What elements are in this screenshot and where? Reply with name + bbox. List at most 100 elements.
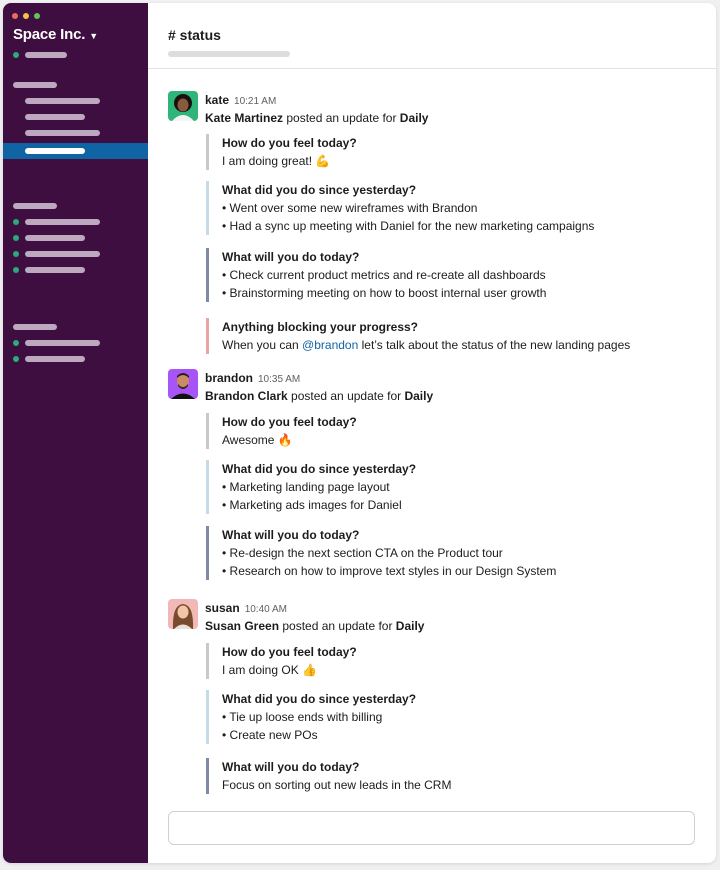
standup-name[interactable]: Daily (400, 111, 429, 125)
dm-placeholder (25, 219, 100, 225)
standup-name[interactable]: Daily (404, 389, 433, 403)
question: What will you do today? (222, 250, 360, 264)
channel-topic-placeholder (168, 51, 290, 57)
sidebar-item-app-2[interactable] (13, 356, 85, 362)
section-header-placeholder (13, 324, 57, 330)
dm-placeholder (25, 267, 85, 273)
section-header-placeholder (13, 82, 57, 88)
avatar-brandon[interactable] (168, 369, 198, 399)
sidebar-item-channel-2[interactable] (25, 114, 85, 120)
full-name[interactable]: Brandon Clark (205, 389, 288, 403)
minimize-window-button[interactable] (23, 13, 29, 19)
avatar-kate[interactable] (168, 91, 198, 121)
answer-line: • Had a sync up meeting with Daniel for … (222, 219, 595, 233)
channel-header: # status (148, 3, 716, 69)
chevron-down-icon: ▼ (89, 30, 98, 41)
full-name[interactable]: Kate Martinez (205, 111, 283, 125)
question: What will you do today? (222, 528, 360, 542)
answer-block-blocking: Anything blocking your progress? When yo… (206, 318, 630, 354)
question: How do you feel today? (222, 136, 357, 150)
sidebar-item-channel-1[interactable] (25, 98, 100, 104)
username[interactable]: brandon (205, 371, 253, 385)
section-header-placeholder (13, 203, 57, 209)
presence-dot (13, 267, 19, 273)
workspace-switcher[interactable]: Space Inc. ▼ (13, 26, 98, 43)
username[interactable]: susan (205, 601, 240, 615)
presence-dot (13, 235, 19, 241)
app-placeholder (25, 356, 85, 362)
question: What did you do since yesterday? (222, 183, 417, 197)
channel-view: # status kate 10:21 AM Kate Martinez post… (148, 3, 716, 863)
question: What did you do since yesterday? (222, 692, 417, 706)
answer-line: • Tie up loose ends with billing (222, 710, 383, 724)
answer-text: let’s talk about the status of the new l… (358, 338, 631, 352)
message-composer-input[interactable] (168, 811, 695, 845)
answer-line: • Create new POs (222, 728, 318, 742)
window-controls (12, 13, 40, 19)
posted-line: Kate Martinez posted an update for Daily (205, 111, 428, 125)
presence-dot (13, 219, 19, 225)
dm-placeholder (25, 235, 85, 241)
sidebar: Space Inc. ▼ (3, 3, 148, 863)
mention-brandon[interactable]: @brandon (302, 338, 358, 352)
maximize-window-button[interactable] (34, 13, 40, 19)
dm-placeholder (25, 251, 100, 257)
posted-text: posted an update for (279, 619, 396, 633)
sidebar-item-dm-2[interactable] (13, 235, 85, 241)
timestamp[interactable]: 10:40 AM (245, 604, 287, 615)
close-window-button[interactable] (12, 13, 18, 19)
username[interactable]: kate (205, 93, 229, 107)
answer-line: I am doing OK 👍 (222, 663, 317, 677)
full-name[interactable]: Susan Green (205, 619, 279, 633)
posted-text: posted an update for (283, 111, 400, 125)
answer-line: Focus on sorting out new leads in the CR… (222, 778, 452, 792)
channel-placeholder (25, 130, 100, 136)
answer-line: • Research on how to improve text styles… (222, 564, 557, 578)
answer-block-feel: How do you feel today? Awesome 🔥 (206, 413, 357, 449)
answer-block-today: What will you do today? • Re-design the … (206, 526, 556, 580)
answer-block-feel: How do you feel today? I am doing OK 👍 (206, 643, 357, 679)
answer-line: I am doing great! 💪 (222, 154, 331, 168)
answer-block-today: What will you do today? • Check current … (206, 248, 546, 302)
app-window: Space Inc. ▼ # status kate 10:21 AM Kate… (3, 3, 716, 863)
message-meta: brandon 10:35 AM (205, 369, 300, 387)
answer-block-yesterday: What did you do since yesterday? • Tie u… (206, 690, 416, 744)
sidebar-item-dm-1[interactable] (13, 219, 100, 225)
answer-line: • Check current product metrics and re-c… (222, 268, 546, 282)
timestamp[interactable]: 10:35 AM (258, 374, 300, 385)
answer-line: • Brainstorming meeting on how to boost … (222, 286, 547, 300)
user-status-row[interactable] (13, 52, 67, 58)
answer-line: When you can @brandon let’s talk about t… (222, 336, 630, 354)
answer-line: • Marketing landing page layout (222, 480, 390, 494)
question: What did you do since yesterday? (222, 462, 417, 476)
message-meta: kate 10:21 AM (205, 91, 276, 109)
posted-line: Susan Green posted an update for Daily (205, 619, 424, 633)
sidebar-item-channel-3[interactable] (25, 130, 100, 136)
section-header-apps[interactable] (13, 324, 57, 330)
answer-line: Awesome 🔥 (222, 433, 293, 447)
channel-placeholder (25, 98, 100, 104)
posted-line: Brandon Clark posted an update for Daily (205, 389, 433, 403)
sidebar-item-dm-4[interactable] (13, 267, 85, 273)
status-placeholder (25, 52, 67, 58)
channel-placeholder (25, 148, 85, 154)
channel-title[interactable]: # status (168, 27, 716, 43)
sidebar-item-dm-3[interactable] (13, 251, 100, 257)
presence-dot (13, 340, 19, 346)
sidebar-item-app-1[interactable] (13, 340, 100, 346)
presence-dot (13, 251, 19, 257)
avatar-susan[interactable] (168, 599, 198, 629)
timestamp[interactable]: 10:21 AM (234, 96, 276, 107)
presence-dot (13, 52, 19, 58)
app-placeholder (25, 340, 100, 346)
answer-line: • Marketing ads images for Daniel (222, 498, 402, 512)
section-header-channels[interactable] (13, 82, 57, 88)
answer-block-yesterday: What did you do since yesterday? • Went … (206, 181, 594, 235)
sidebar-item-status-active[interactable] (3, 143, 148, 159)
section-header-dms[interactable] (13, 203, 57, 209)
answer-block-yesterday: What did you do since yesterday? • Marke… (206, 460, 416, 514)
message-meta: susan 10:40 AM (205, 599, 287, 617)
standup-name[interactable]: Daily (396, 619, 425, 633)
workspace-name: Space Inc. (13, 26, 86, 43)
question: What will you do today? (222, 760, 360, 774)
